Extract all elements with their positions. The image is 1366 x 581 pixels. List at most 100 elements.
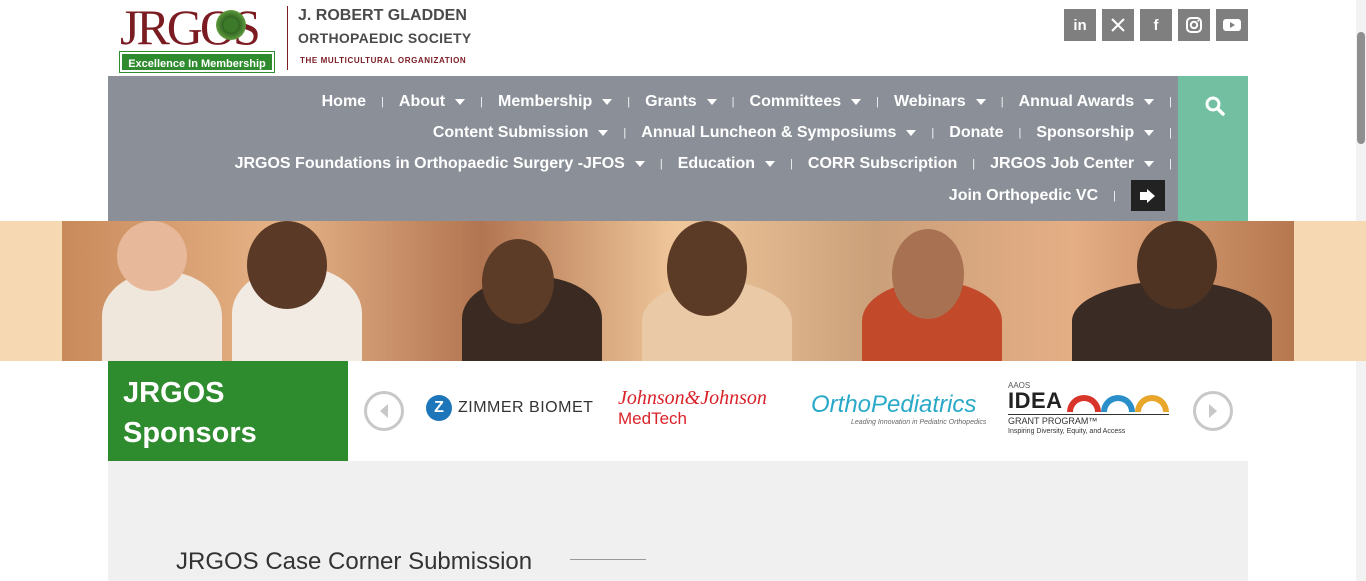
nav-row-3: JRGOS Foundations in Orthopaedic Surgery…	[235, 148, 1172, 179]
idea-word: IDEA	[1008, 388, 1063, 413]
nav-item-jfos[interactable]: JRGOS Foundations in Orthopaedic Surgery…	[235, 155, 645, 173]
nav-label: Education	[677, 154, 756, 172]
photo-head	[892, 229, 964, 319]
jrgos-logo[interactable]: JRGOS Excellence In Membership	[119, 0, 275, 73]
logo-tagline: Excellence In Membership	[119, 51, 275, 73]
chevron-down-icon	[706, 98, 717, 105]
nav-item-annual-awards[interactable]: Annual Awards	[1019, 93, 1155, 111]
chevron-down-icon	[765, 160, 776, 167]
nav-separator: |	[1169, 157, 1172, 170]
nav-item-donate[interactable]: Donate	[949, 124, 1003, 142]
search-icon	[1205, 96, 1225, 116]
search-button[interactable]	[1178, 76, 1248, 221]
nav-label: Membership	[497, 92, 593, 110]
photo-head	[1137, 221, 1217, 309]
nav-label: Content Submission	[432, 123, 589, 141]
nav-label: Join Orthopedic VC	[948, 186, 1099, 204]
nav-label: Webinars	[893, 92, 966, 110]
nav-label: Sponsorship	[1036, 123, 1135, 141]
nav-separator: |	[659, 157, 663, 170]
nav-label: About	[398, 92, 446, 110]
nav-item-webinars[interactable]: Webinars	[894, 93, 986, 111]
photo-head	[117, 221, 187, 291]
nav-item-committees[interactable]: Committees	[750, 93, 862, 111]
nav-label: Annual Luncheon & Symposiums	[641, 123, 897, 141]
chevron-down-icon	[598, 129, 609, 136]
nav-item-join-orthopedic-vc[interactable]: Join Orthopedic VC	[949, 187, 1098, 205]
nav-separator: |	[1113, 189, 1116, 202]
logo-divider	[287, 6, 288, 70]
carousel-next-button[interactable]	[1193, 391, 1233, 431]
nav-item-home[interactable]: Home	[322, 93, 366, 111]
hero-banner	[0, 221, 1366, 361]
nav-separator: |	[1169, 95, 1172, 108]
nav-row-2: Content Submission | Annual Luncheon & S…	[433, 117, 1172, 148]
jnj-medtech: MedTech	[618, 409, 687, 428]
nav-item-content-submission[interactable]: Content Submission	[433, 124, 609, 142]
nav-separator: |	[876, 95, 879, 108]
carousel-prev-button[interactable]	[364, 391, 404, 431]
youtube-icon[interactable]	[1216, 9, 1248, 41]
nav-separator: |	[731, 95, 735, 108]
logo-tree-icon	[216, 10, 246, 40]
nav-label: JRGOS Job Center	[990, 154, 1135, 172]
idea-tagline: Inspiring Diversity, Equity, and Access	[1008, 428, 1126, 435]
section-title: JRGOS Case Corner Submission	[176, 548, 533, 575]
hero-group-photo	[62, 221, 1294, 361]
nav-item-annual-luncheon[interactable]: Annual Luncheon & Symposiums	[641, 123, 917, 142]
scrollbar-thumb[interactable]	[1357, 32, 1365, 144]
nav-label: JRGOS Foundations in Orthopaedic Surgery…	[234, 154, 625, 172]
chevron-down-icon	[1144, 129, 1155, 136]
nav-separator: |	[972, 157, 976, 170]
nav-item-education[interactable]: Education	[677, 154, 776, 173]
chevron-down-icon	[906, 129, 917, 136]
chevron-right-icon	[1209, 404, 1217, 418]
nav-separator: |	[623, 126, 627, 139]
x-twitter-icon[interactable]	[1102, 9, 1134, 41]
idea-row: IDEA	[1008, 390, 1169, 412]
sponsors-heading: JRGOS Sponsors	[108, 361, 348, 461]
nav-item-corr-subscription[interactable]: CORR Subscription	[808, 155, 957, 173]
nav-separator: |	[627, 95, 631, 108]
content-section: JRGOS Case Corner Submission	[108, 461, 1248, 581]
org-name-line1: J. ROBERT GLADDEN	[298, 7, 467, 24]
main-navigation: Home | About | Membership | Grants | Com…	[108, 76, 1178, 221]
idea-grant-program: GRANT PROGRAM™	[1008, 414, 1169, 426]
nav-separator: |	[1018, 126, 1022, 139]
instagram-icon[interactable]	[1178, 9, 1210, 41]
zimmer-biomet-text: ZIMMER BIOMET	[458, 399, 594, 416]
facebook-icon[interactable]: f	[1140, 9, 1172, 41]
social-links: in f	[1064, 9, 1248, 41]
nav-separator: |	[381, 95, 384, 108]
nav-item-sponsorship[interactable]: Sponsorship	[1036, 123, 1155, 142]
orthopediatrics-tagline: Leading Innovation in Pediatric Orthoped…	[851, 418, 987, 426]
photo-head	[247, 221, 327, 309]
linkedin-icon[interactable]: in	[1064, 9, 1096, 41]
org-name-line2: ORTHOPAEDIC SOCIETY	[298, 30, 472, 46]
idea-arcs-icon	[1066, 395, 1169, 412]
sponsor-logo-orthopediatrics[interactable]: OrthoPediatrics Leading Innovation in Pe…	[811, 375, 986, 441]
chevron-down-icon	[1144, 160, 1155, 167]
nav-item-job-center[interactable]: JRGOS Job Center	[990, 154, 1155, 173]
login-icon	[1140, 188, 1155, 203]
sponsor-logo-aaos-idea[interactable]: AAOS IDEA GRANT PROGRAM™ Inspiring Diver…	[1008, 375, 1169, 441]
nav-label: Grants	[645, 92, 697, 110]
nav-separator: |	[931, 126, 935, 139]
nav-label: Donate	[949, 123, 1004, 141]
sponsors-heading-line1: JRGOS	[123, 377, 225, 409]
sponsor-logo-zimmer-biomet[interactable]: Z ZIMMER BIOMET	[426, 375, 593, 441]
sponsor-logo-johnson-johnson[interactable]: Johnson&Johnson MedTech	[618, 375, 767, 441]
nav-separator: |	[1169, 126, 1172, 139]
nav-separator: |	[480, 95, 483, 108]
login-button[interactable]	[1131, 180, 1165, 211]
site-header: JRGOS Excellence In Membership J. ROBERT…	[108, 0, 1248, 76]
nav-item-about[interactable]: About	[398, 92, 466, 111]
chevron-down-icon	[602, 98, 613, 105]
nav-item-membership[interactable]: Membership	[497, 92, 613, 111]
chevron-down-icon	[455, 98, 466, 105]
org-subtitle: THE MULTICULTURAL ORGANIZATION	[300, 56, 467, 65]
photo-head	[482, 239, 554, 324]
nav-item-grants[interactable]: Grants	[645, 93, 717, 111]
nav-label: Home	[321, 92, 367, 110]
sponsors-section: JRGOS Sponsors Z ZIMMER BIOMET Johnson&J…	[108, 361, 1248, 461]
